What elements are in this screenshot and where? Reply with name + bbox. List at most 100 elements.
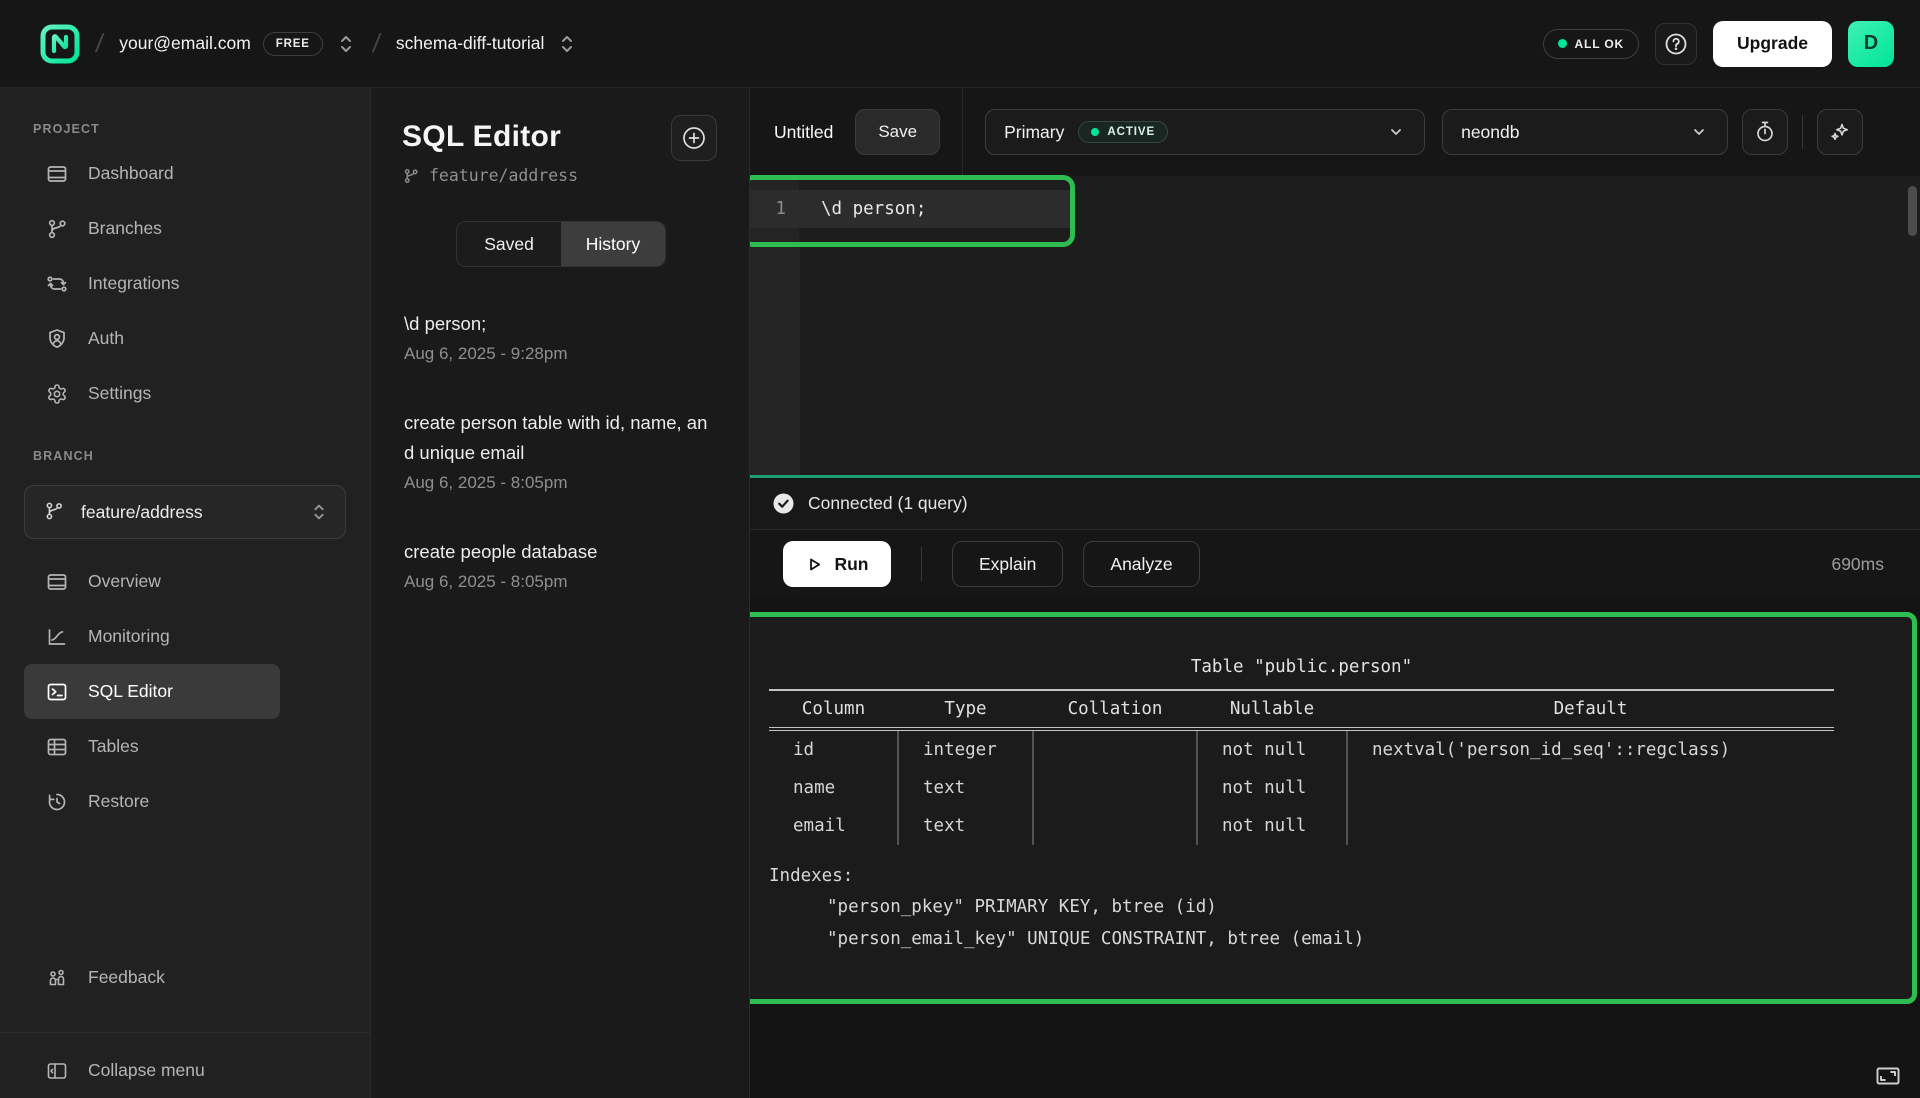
dashboard-icon: [45, 162, 69, 186]
query-history-timer-button[interactable]: [1742, 109, 1788, 155]
query-duration: 690ms: [1831, 554, 1884, 575]
indexes-label: Indexes:: [769, 861, 1912, 891]
collapse-panel-icon: [45, 1059, 69, 1083]
new-query-button[interactable]: [671, 115, 717, 161]
monitoring-chart-icon: [45, 625, 69, 649]
toolbar-divider: [1802, 115, 1803, 149]
project-name[interactable]: schema-diff-tutorial: [396, 33, 545, 54]
sidebar-item-tables[interactable]: Tables: [24, 719, 280, 774]
annotation-box-query: 1 \d person;: [750, 175, 1075, 247]
plus-circle-icon: [680, 124, 708, 152]
table-grid-icon: [45, 735, 69, 759]
integrations-icon: [45, 272, 69, 296]
query-actions: Run Explain Analyze 690ms: [750, 531, 1920, 597]
account-email[interactable]: your@email.com: [119, 33, 251, 54]
editor-toolbar: Untitled Save Primary ACTIVE neondb: [750, 88, 1920, 176]
breadcrumb-separator: /: [94, 28, 106, 59]
code-line[interactable]: 1 \d person;: [750, 190, 1070, 228]
sidebar-item-overview[interactable]: Overview: [24, 554, 280, 609]
sparkles-icon: [1827, 119, 1853, 145]
ai-assist-button[interactable]: [1817, 109, 1863, 155]
run-button[interactable]: Run: [783, 541, 891, 587]
sidebar-item-feedback[interactable]: Feedback: [24, 950, 280, 1005]
neon-logo[interactable]: [40, 24, 80, 64]
indexes-block: Indexes: "person_pkey" PRIMARY KEY, btre…: [769, 861, 1912, 955]
chevron-down-icon: [1689, 122, 1709, 142]
history-item[interactable]: create person table with id, name, and u…: [404, 408, 716, 493]
history-item[interactable]: \d person; Aug 6, 2025 - 9:28pm: [404, 309, 716, 364]
branch-selector[interactable]: feature/address: [24, 485, 346, 539]
neon-console: / your@email.com FREE / schema-diff-tuto…: [0, 0, 1920, 1098]
editor-scrollbar[interactable]: [1908, 186, 1917, 236]
query-tab-title[interactable]: Untitled: [774, 122, 833, 143]
sidebar-item-dashboard[interactable]: Dashboard: [24, 146, 280, 201]
chevrons-updown-icon: [309, 500, 329, 524]
branch-dropdown[interactable]: Primary ACTIVE: [985, 109, 1425, 155]
sidebar-item-settings[interactable]: Settings: [24, 366, 280, 421]
table-row: id integer not null nextval('person_id_s…: [769, 729, 1834, 769]
status-ok-dot-icon: [1558, 39, 1567, 48]
check-circle-icon: [772, 492, 795, 515]
expand-results-button[interactable]: [1874, 1064, 1902, 1088]
panel-resizer[interactable]: [750, 475, 1920, 478]
results-area: Table "public.person" Column Type Collat…: [750, 597, 1920, 1098]
column-header: Column: [769, 690, 898, 729]
chevron-down-icon: [1386, 122, 1406, 142]
active-dot-icon: [1091, 128, 1099, 136]
sidebar-item-sql-editor[interactable]: SQL Editor: [24, 664, 280, 719]
restore-history-icon: [45, 790, 69, 814]
upgrade-button[interactable]: Upgrade: [1713, 21, 1832, 67]
column-header: Collation: [1033, 690, 1197, 729]
result-header-row: Column Type Collation Nullable Default: [769, 690, 1834, 729]
plan-badge: FREE: [263, 32, 323, 56]
connection-status-text: Connected (1 query): [808, 493, 968, 514]
index-entry: "person_pkey" PRIMARY KEY, btree (id): [769, 891, 1912, 923]
sidebar-section-project: PROJECT: [33, 122, 370, 136]
explain-button[interactable]: Explain: [952, 541, 1063, 587]
active-badge: ACTIVE: [1078, 121, 1168, 143]
overview-icon: [45, 570, 69, 594]
history-item[interactable]: create people database Aug 6, 2025 - 8:0…: [404, 537, 716, 592]
sql-editor-panel: SQL Editor feature/address Saved Histor: [371, 88, 750, 1098]
database-dropdown[interactable]: neondb: [1442, 109, 1728, 155]
sidebar-item-monitoring[interactable]: Monitoring: [24, 609, 280, 664]
git-branch-icon: [45, 217, 69, 241]
status-badge[interactable]: ALL OK: [1543, 29, 1639, 59]
index-entry: "person_email_key" UNIQUE CONSTRAINT, bt…: [769, 923, 1912, 955]
column-header: Default: [1347, 690, 1834, 729]
question-mark-icon: [1663, 31, 1689, 57]
result-table: Column Type Collation Nullable Default i…: [769, 689, 1834, 845]
table-row: email text not null: [769, 807, 1834, 845]
analyze-button[interactable]: Analyze: [1083, 541, 1199, 587]
user-avatar[interactable]: D: [1848, 21, 1894, 67]
actions-divider: [921, 547, 922, 581]
sidebar-divider: [0, 1032, 370, 1033]
sidebar-item-integrations[interactable]: Integrations: [24, 256, 280, 311]
stopwatch-icon: [1752, 119, 1778, 145]
editor-area: Untitled Save Primary ACTIVE neondb: [750, 88, 1920, 1098]
line-number: 1: [750, 199, 799, 219]
git-branch-icon: [43, 500, 67, 524]
play-icon: [805, 555, 824, 574]
auth-shield-user-icon: [45, 327, 69, 351]
top-header: / your@email.com FREE / schema-diff-tuto…: [0, 0, 1920, 88]
sidebar-item-collapse-menu[interactable]: Collapse menu: [24, 1043, 280, 1098]
expand-icon: [1874, 1064, 1902, 1088]
table-row: name text not null: [769, 769, 1834, 807]
git-branch-icon: [402, 167, 420, 185]
sidebar-item-auth[interactable]: Auth: [24, 311, 280, 366]
help-button[interactable]: [1655, 23, 1697, 65]
tab-history[interactable]: History: [561, 222, 665, 266]
tab-saved[interactable]: Saved: [457, 222, 561, 266]
save-button[interactable]: Save: [855, 109, 940, 155]
code-text: \d person;: [821, 199, 926, 219]
sidebar-item-restore[interactable]: Restore: [24, 774, 280, 829]
account-switcher-chevrons-icon[interactable]: [335, 31, 357, 57]
sidebar-section-branch: BRANCH: [33, 449, 370, 463]
project-switcher-chevrons-icon[interactable]: [556, 31, 578, 57]
sidebar-item-branches[interactable]: Branches: [24, 201, 280, 256]
annotation-box-results: Table "public.person" Column Type Collat…: [750, 612, 1917, 1004]
result-table-title: Table "public.person": [769, 657, 1834, 677]
panel-branch-label: feature/address: [402, 166, 749, 185]
toolbar-divider: [962, 88, 963, 176]
